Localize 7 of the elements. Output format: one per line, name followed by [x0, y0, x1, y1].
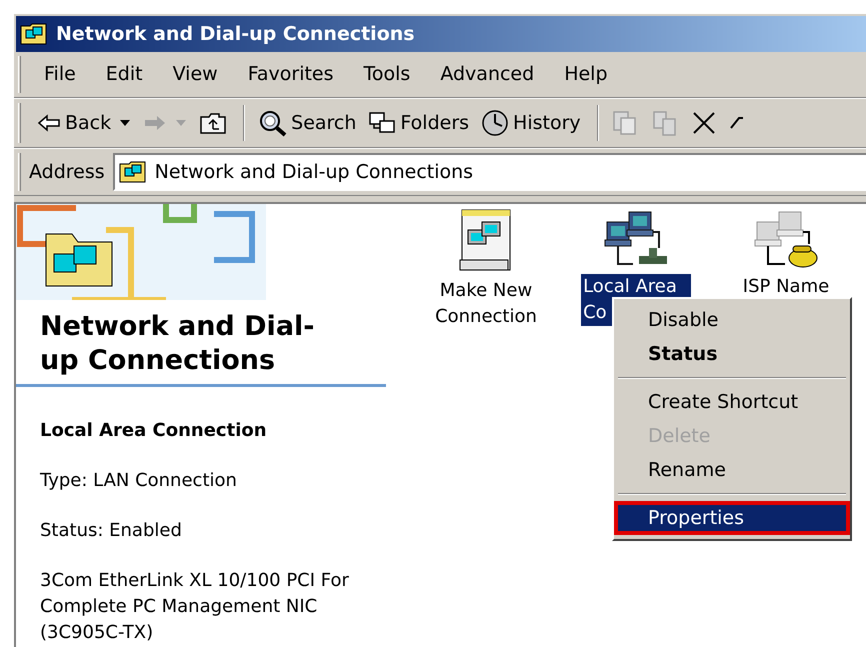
pane-heading: Network and Dial-up Connections	[40, 310, 316, 378]
connection-detail: Status: Enabled	[40, 519, 183, 543]
address-label: Address	[29, 160, 106, 185]
connection-detail: 3Com EtherLink XL 10/100 PCI For Complete PC Management NIC (3C905C-TX)	[40, 569, 350, 645]
connection-name: Local Area Connection	[40, 419, 268, 443]
connection-detail: Type: LAN Connection	[40, 469, 238, 493]
window-title: Network and Dial-up Connections	[56, 22, 415, 47]
